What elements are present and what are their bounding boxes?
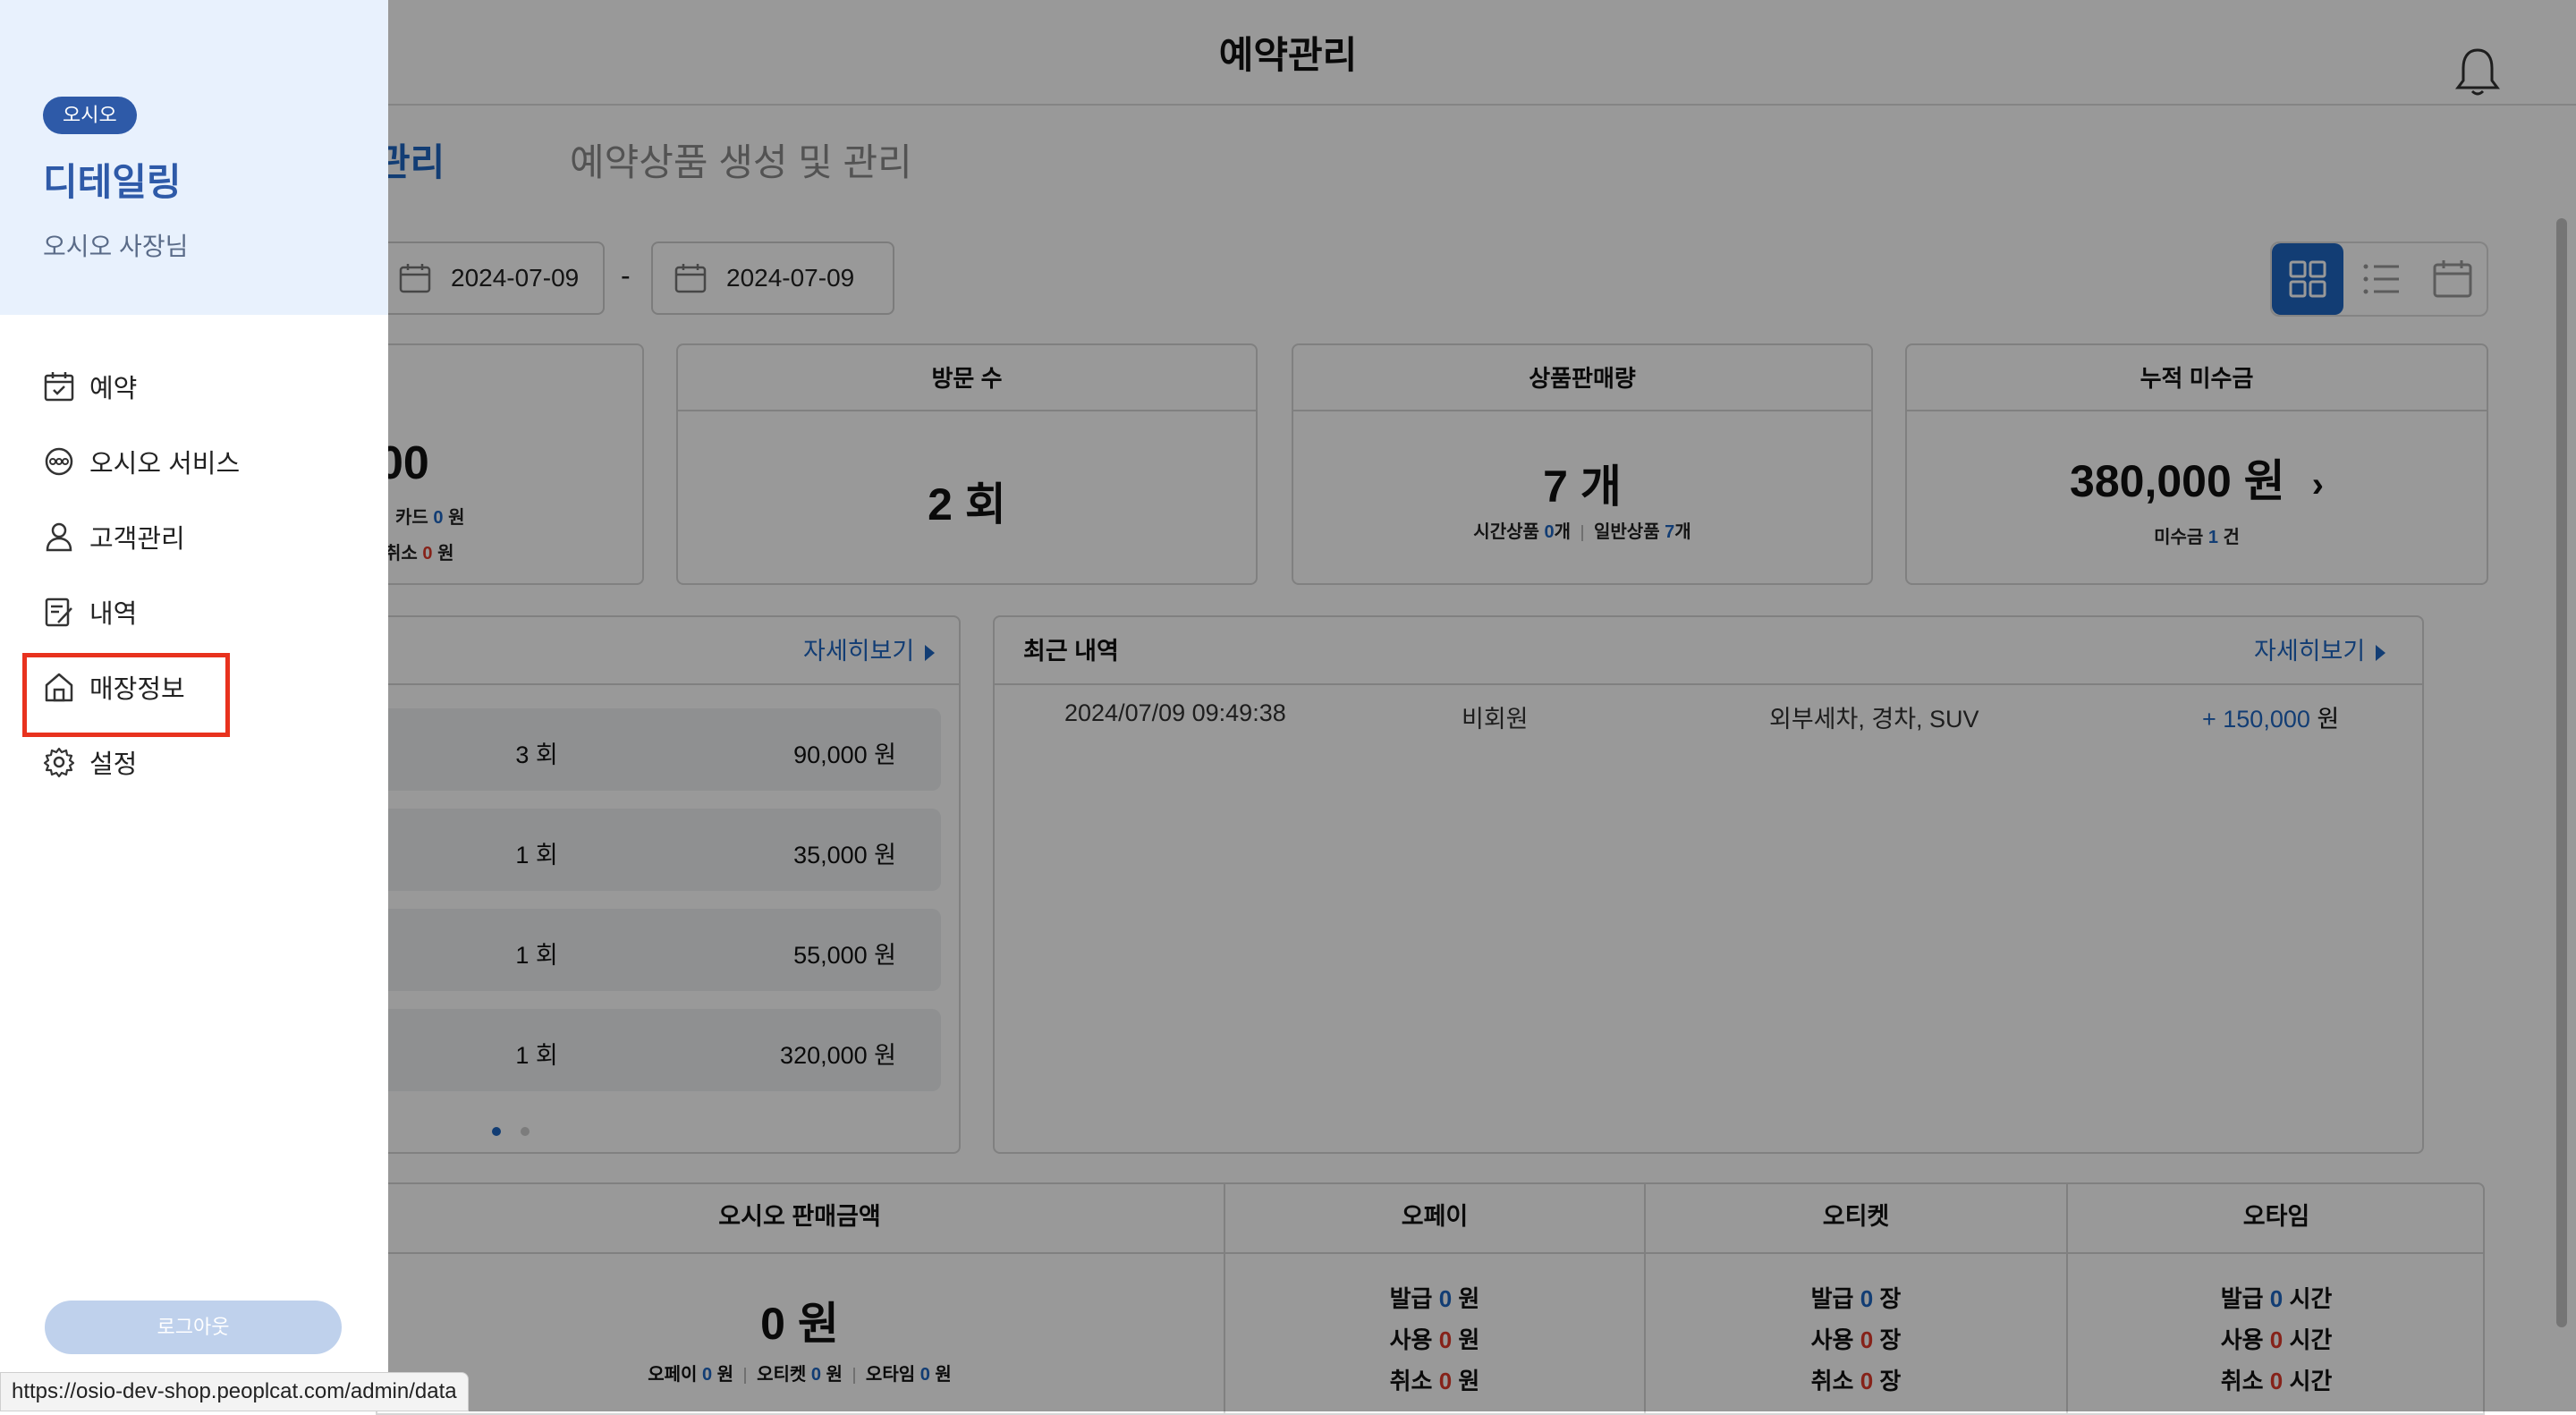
sidebar-item-label: 내역 (89, 600, 138, 629)
sidebar-item-osio-service[interactable]: 오시오 서비스 (43, 438, 240, 485)
sidebar-item-label: 설정 (89, 750, 138, 779)
person-icon (46, 522, 72, 552)
sidebar-item-settings[interactable]: 설정 (43, 739, 137, 785)
brand-badge: 오시오 (43, 97, 137, 134)
history-icon (45, 597, 72, 627)
sidebar-item-customers[interactable]: 고객관리 (43, 513, 185, 560)
shop-name: 디테일링 (43, 161, 182, 203)
sidebar-item-reservation[interactable]: 예약 (43, 363, 137, 410)
sidebar-item-label: 오시오 서비스 (89, 450, 241, 479)
store-info-highlight-box (22, 653, 230, 737)
sidebar-item-history[interactable]: 내역 (43, 589, 137, 635)
logout-button[interactable]: 로그아웃 (45, 1301, 342, 1354)
sidebar-item-label: 예약 (89, 375, 138, 403)
owner-name: 오시오 사장님 (43, 233, 189, 260)
sidebar-item-label: 고객관리 (89, 525, 185, 554)
gear-icon (43, 747, 75, 778)
calendar-icon (44, 372, 74, 402)
link-preview-url: https://osio-dev-shop.peoplcat.com/admin… (0, 1372, 469, 1411)
sidebar-drawer: 오시오 디테일링 오시오 사장님 예약 오시오 서비스 고객관리 내역 매장정보… (0, 0, 388, 1411)
osio-service-icon (45, 447, 73, 476)
